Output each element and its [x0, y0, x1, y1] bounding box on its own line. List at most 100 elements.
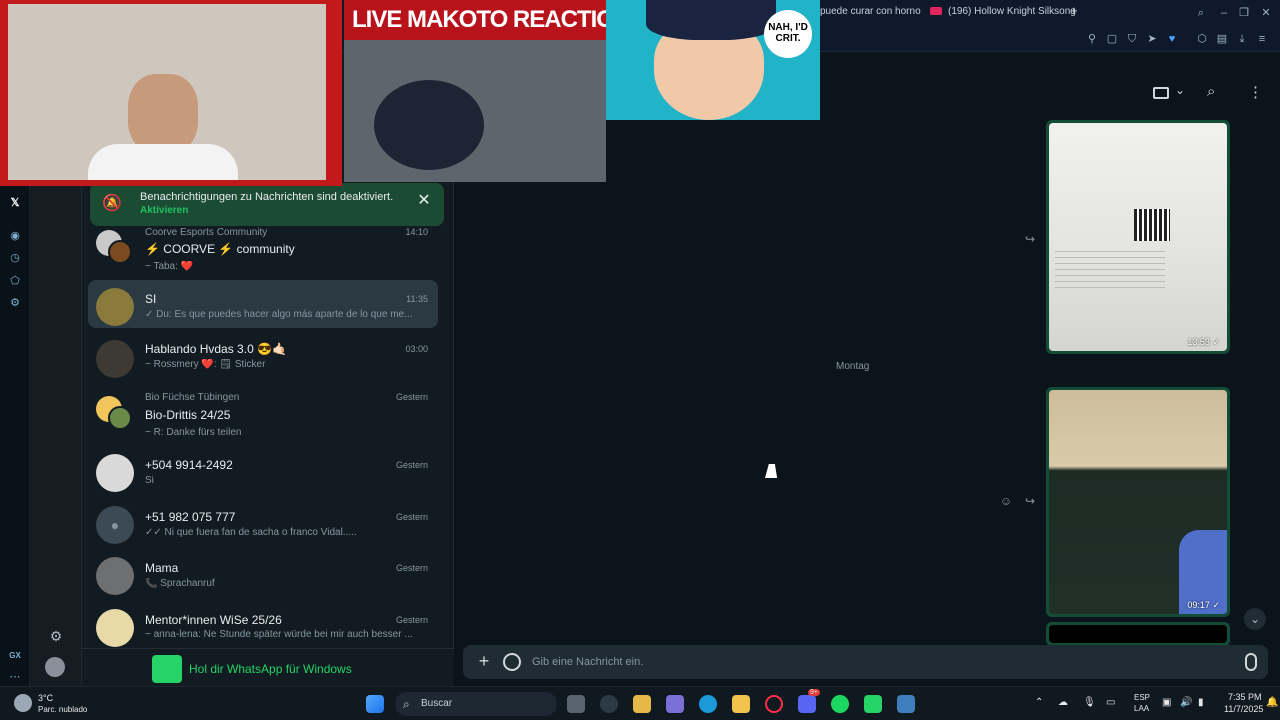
chat-row[interactable]: +504 9914-2492 Si Gestern — [88, 448, 438, 496]
new-tab-button[interactable]: + — [1070, 3, 1078, 18]
youtube-icon — [930, 7, 942, 16]
file-explorer-icon[interactable] — [732, 695, 750, 713]
heart-icon[interactable]: ♥ — [1166, 33, 1178, 45]
chat-time: Gestern — [395, 460, 428, 470]
opera-gx-icon[interactable] — [765, 695, 783, 713]
emoji-react-icon[interactable]: ☺ — [998, 494, 1014, 508]
browser-tab[interactable]: (196) Hollow Knight Silksong — [930, 6, 1076, 17]
messenger-icon[interactable]: ⬠ — [8, 274, 22, 288]
network-icon[interactable]: ▣ — [1162, 697, 1171, 708]
more-icon[interactable]: ⋯ — [8, 670, 22, 684]
message-input[interactable]: Gib eine Nachricht ein. — [532, 656, 643, 668]
extensions-icon[interactable]: ⬡ — [1196, 33, 1208, 45]
chat-name: +51 982 075 777 — [145, 510, 236, 524]
settings-gear-icon[interactable]: ⚙ — [48, 628, 64, 644]
start-icon[interactable] — [366, 695, 384, 713]
clock-date[interactable]: 11/7/2025 — [1224, 704, 1263, 714]
chevron-up-icon[interactable]: ⌃ — [1035, 697, 1043, 708]
image-message[interactable]: 09:17 ✓ — [1046, 387, 1230, 617]
attach-plus-icon[interactable]: + — [475, 652, 493, 670]
task-view-icon[interactable] — [567, 695, 585, 713]
wallet-icon[interactable]: ▤ — [1216, 33, 1228, 45]
copilot-icon[interactable] — [600, 695, 618, 713]
chat-avatar-secondary — [108, 240, 132, 264]
notifications-icon[interactable]: 🔔 — [1266, 697, 1278, 708]
close-icon[interactable]: ✕ — [414, 191, 434, 211]
whatsapp-taskbar-icon[interactable] — [864, 695, 882, 713]
chevron-down-icon[interactable]: ⌄ — [1175, 83, 1185, 97]
search-icon[interactable]: ⌕ — [1195, 7, 1207, 19]
chat-row[interactable]: SI ✓ Du: Es que puedes hacer algo más ap… — [88, 280, 438, 328]
download-icon[interactable]: ⤓ — [1236, 33, 1248, 45]
x-icon[interactable]: 𝕏 — [8, 196, 22, 210]
chat-preview: ~ Rossmery ❤️: 🗒 Sticker — [145, 359, 266, 370]
menu-icon[interactable]: ≡ — [1256, 33, 1268, 45]
enable-notifications-link[interactable]: Aktivieren — [140, 205, 188, 216]
player-icon[interactable]: ◉ — [8, 229, 22, 243]
shield-icon[interactable]: ⛉ — [1126, 33, 1138, 45]
video-call-icon[interactable] — [1153, 87, 1169, 99]
image-message[interactable] — [1046, 622, 1230, 646]
pin-icon[interactable]: ⚲ — [1086, 33, 1098, 45]
chat-row[interactable]: Mentor*innen WiSe 25/26 ~ anna-lena: Ne … — [88, 603, 438, 647]
classroom-photo — [1049, 390, 1227, 614]
message-composer: + Gib eine Nachricht ein. — [463, 645, 1268, 679]
chat-preview: ~ Taba: ❤️ — [145, 261, 194, 272]
chat-row[interactable]: Hablando Hvdas 3.0 😎🤙🏻 ~ Rossmery ❤️: 🗒 … — [88, 332, 438, 382]
chat-preview: 📞 Sprachanruf — [145, 578, 215, 589]
chat-avatar-secondary — [108, 406, 132, 430]
chat-time: 14:10 — [405, 227, 428, 237]
weather-icon[interactable] — [14, 694, 32, 712]
image-message[interactable]: 13:53 ✓ — [1046, 120, 1230, 354]
chat-time: Gestern — [395, 392, 428, 402]
bell-off-icon: 🔕 — [102, 195, 122, 212]
forward-icon[interactable]: ↪ — [1022, 232, 1038, 246]
edge-icon[interactable] — [699, 695, 717, 713]
browser-tab[interactable]: puede curar con horno — [820, 6, 921, 17]
chat-preview: ~ anna-lena: Ne Stunde später würde bei … — [145, 629, 413, 640]
chat-time: Gestern — [395, 512, 428, 522]
microphone-tray-icon[interactable]: 🎙 — [1083, 697, 1096, 708]
default-avatar-icon: ● — [96, 506, 134, 544]
snapshot-icon[interactable]: ▢ — [1106, 33, 1118, 45]
history-icon[interactable]: ◷ — [8, 251, 22, 265]
volume-icon[interactable]: 🔊 — [1180, 697, 1192, 708]
profile-avatar[interactable] — [45, 657, 65, 677]
chat-time: Gestern — [395, 563, 428, 573]
spotify-icon[interactable] — [831, 695, 849, 713]
sticker-icon[interactable] — [503, 653, 521, 671]
scroll-down-button[interactable]: ⌄ — [1244, 608, 1266, 630]
send-icon[interactable]: ➤ — [1146, 33, 1158, 45]
speech-bubble: NAH, I'D CRIT. — [764, 10, 812, 58]
close-window-icon[interactable]: ✕ — [1260, 7, 1272, 19]
stream-title-banner: LIVE MAKOTO REACTION — [344, 0, 631, 40]
chat-row[interactable]: ● +51 982 075 777 ✓✓ Ni que fuera fan de… — [88, 500, 438, 548]
battery-icon[interactable]: ▮ — [1198, 697, 1204, 708]
more-options-icon[interactable]: ⋮ — [1248, 83, 1263, 101]
language-layout[interactable]: LAA — [1134, 704, 1149, 713]
chat-name: SI — [145, 292, 157, 306]
chat-row[interactable]: Mama 📞 Sprachanruf Gestern — [88, 551, 438, 599]
maximize-icon[interactable]: ❐ — [1238, 7, 1250, 19]
chat-name: +504 9914-2492 — [145, 458, 233, 472]
forward-icon[interactable]: ↪ — [1022, 494, 1038, 508]
chat-row[interactable]: Coorve Esports Community ⚡ COORVE ⚡ comm… — [88, 226, 438, 278]
discord-icon[interactable] — [798, 695, 816, 713]
cloud-icon[interactable]: ☁ — [1058, 697, 1068, 708]
microphone-icon[interactable] — [1245, 653, 1257, 671]
tab-title: puede curar con horno — [820, 6, 921, 17]
minimize-icon[interactable]: – — [1218, 7, 1230, 19]
qr-code — [1134, 209, 1170, 241]
settings-icon[interactable]: ⚙ — [8, 296, 22, 310]
chat-row[interactable]: Bio Füchse Tübingen Bio-Drittis 24/25 ~ … — [88, 386, 438, 444]
app-icon[interactable] — [897, 695, 915, 713]
taskbar-search[interactable]: ⌕ Buscar — [395, 692, 557, 716]
clock-time[interactable]: 7:35 PM — [1228, 692, 1262, 702]
download-app-banner[interactable]: Hol dir WhatsApp für Windows — [82, 648, 454, 686]
language-code[interactable]: ESP — [1134, 693, 1150, 702]
teams-icon[interactable] — [666, 695, 684, 713]
store-icon[interactable] — [633, 695, 651, 713]
search-icon[interactable]: ⌕ — [1207, 83, 1215, 100]
display-icon[interactable]: ▭ — [1106, 697, 1115, 708]
chat-time: Gestern — [395, 615, 428, 625]
